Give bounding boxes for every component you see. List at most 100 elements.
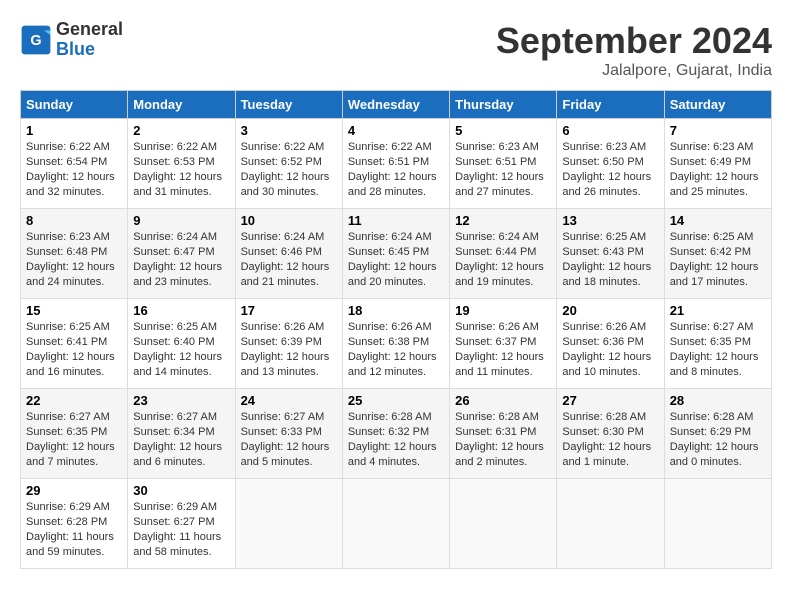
col-wednesday: Wednesday [342,91,449,119]
day-info: Sunrise: 6:22 AMSunset: 6:54 PMDaylight:… [26,141,115,198]
table-cell: 28 Sunrise: 6:28 AMSunset: 6:29 PMDayligh… [664,389,771,479]
day-number: 25 [348,393,444,408]
day-number: 24 [241,393,337,408]
day-info: Sunrise: 6:26 AMSunset: 6:38 PMDaylight:… [348,321,437,378]
table-cell [664,479,771,569]
table-cell [557,479,664,569]
table-cell: 13 Sunrise: 6:25 AMSunset: 6:43 PMDayligh… [557,209,664,299]
day-info: Sunrise: 6:22 AMSunset: 6:52 PMDaylight:… [241,141,330,198]
day-number: 22 [26,393,122,408]
day-number: 8 [26,213,122,228]
svg-text:G: G [30,33,41,49]
day-number: 10 [241,213,337,228]
day-number: 12 [455,213,551,228]
day-number: 19 [455,303,551,318]
day-number: 21 [670,303,766,318]
table-cell: 29 Sunrise: 6:29 AMSunset: 6:28 PMDayligh… [21,479,128,569]
table-cell: 16 Sunrise: 6:25 AMSunset: 6:40 PMDayligh… [128,299,235,389]
day-info: Sunrise: 6:23 AMSunset: 6:50 PMDaylight:… [562,141,651,198]
day-info: Sunrise: 6:29 AMSunset: 6:27 PMDaylight:… [133,501,221,558]
calendar-row: 22 Sunrise: 6:27 AMSunset: 6:35 PMDayligh… [21,389,772,479]
table-cell: 24Sunrise: 6:27 AMSunset: 6:33 PMDayligh… [235,389,342,479]
day-info: Sunrise: 6:23 AMSunset: 6:49 PMDaylight:… [670,141,759,198]
day-info: Sunrise: 6:28 AMSunset: 6:32 PMDaylight:… [348,411,437,468]
day-number: 14 [670,213,766,228]
day-info: Sunrise: 6:23 AMSunset: 6:51 PMDaylight:… [455,141,544,198]
day-info: Sunrise: 6:28 AMSunset: 6:30 PMDaylight:… [562,411,651,468]
table-cell: 25 Sunrise: 6:28 AMSunset: 6:32 PMDayligh… [342,389,449,479]
table-cell: 30 Sunrise: 6:29 AMSunset: 6:27 PMDayligh… [128,479,235,569]
day-number: 3 [241,123,337,138]
col-tuesday: Tuesday [235,91,342,119]
day-info: Sunrise: 6:25 AMSunset: 6:43 PMDaylight:… [562,231,651,288]
day-number: 15 [26,303,122,318]
day-info: Sunrise: 6:27 AMSunset: 6:35 PMDaylight:… [26,411,115,468]
table-cell: 19 Sunrise: 6:26 AMSunset: 6:37 PMDayligh… [450,299,557,389]
table-cell [450,479,557,569]
day-info: Sunrise: 6:25 AMSunset: 6:40 PMDaylight:… [133,321,222,378]
day-number: 16 [133,303,229,318]
day-number: 26 [455,393,551,408]
day-number: 13 [562,213,658,228]
day-info: Sunrise: 6:27 AMSunset: 6:35 PMDaylight:… [670,321,759,378]
day-number: 4 [348,123,444,138]
day-number: 23 [133,393,229,408]
calendar-row: 15 Sunrise: 6:25 AMSunset: 6:41 PMDayligh… [21,299,772,389]
col-thursday: Thursday [450,91,557,119]
location: Jalalpore, Gujarat, India [496,62,772,80]
day-info: Sunrise: 6:24 AMSunset: 6:44 PMDaylight:… [455,231,544,288]
col-friday: Friday [557,91,664,119]
day-info: Sunrise: 6:24 AMSunset: 6:46 PMDaylight:… [241,231,330,288]
day-number: 17 [241,303,337,318]
day-number: 20 [562,303,658,318]
col-sunday: Sunday [21,91,128,119]
day-info: Sunrise: 6:24 AMSunset: 6:47 PMDaylight:… [133,231,222,288]
logo: G General Blue [20,20,123,60]
calendar-row: 1Sunrise: 6:22 AMSunset: 6:54 PMDaylight… [21,119,772,209]
day-number: 2 [133,123,229,138]
day-number: 28 [670,393,766,408]
table-cell: 15 Sunrise: 6:25 AMSunset: 6:41 PMDayligh… [21,299,128,389]
day-info: Sunrise: 6:28 AMSunset: 6:31 PMDaylight:… [455,411,544,468]
day-info: Sunrise: 6:23 AMSunset: 6:48 PMDaylight:… [26,231,115,288]
day-info: Sunrise: 6:29 AMSunset: 6:28 PMDaylight:… [26,501,114,558]
table-cell: 6Sunrise: 6:23 AMSunset: 6:50 PMDaylight… [557,119,664,209]
col-saturday: Saturday [664,91,771,119]
day-info: Sunrise: 6:26 AMSunset: 6:39 PMDaylight:… [241,321,330,378]
day-info: Sunrise: 6:26 AMSunset: 6:36 PMDaylight:… [562,321,651,378]
table-cell: 4 Sunrise: 6:22 AMSunset: 6:51 PMDaylight… [342,119,449,209]
table-cell: 27 Sunrise: 6:28 AMSunset: 6:30 PMDayligh… [557,389,664,479]
table-cell: 1Sunrise: 6:22 AMSunset: 6:54 PMDaylight… [21,119,128,209]
table-cell: 9 Sunrise: 6:24 AMSunset: 6:47 PMDaylight… [128,209,235,299]
table-cell: 14Sunrise: 6:25 AMSunset: 6:42 PMDayligh… [664,209,771,299]
header-row: Sunday Monday Tuesday Wednesday Thursday… [21,91,772,119]
table-cell: 22 Sunrise: 6:27 AMSunset: 6:35 PMDayligh… [21,389,128,479]
month-title: September 2024 [496,20,772,62]
table-cell: 11Sunrise: 6:24 AMSunset: 6:45 PMDayligh… [342,209,449,299]
day-number: 27 [562,393,658,408]
day-number: 29 [26,483,122,498]
table-cell: 10 Sunrise: 6:24 AMSunset: 6:46 PMDayligh… [235,209,342,299]
table-cell [342,479,449,569]
day-info: Sunrise: 6:22 AMSunset: 6:53 PMDaylight:… [133,141,222,198]
table-cell: 20 Sunrise: 6:26 AMSunset: 6:36 PMDayligh… [557,299,664,389]
page-header: G General Blue September 2024 Jalalpore,… [20,20,772,80]
table-cell: 17 Sunrise: 6:26 AMSunset: 6:39 PMDayligh… [235,299,342,389]
day-info: Sunrise: 6:22 AMSunset: 6:51 PMDaylight:… [348,141,437,198]
table-cell: 18Sunrise: 6:26 AMSunset: 6:38 PMDayligh… [342,299,449,389]
day-info: Sunrise: 6:24 AMSunset: 6:45 PMDaylight:… [348,231,437,288]
table-cell: 21 Sunrise: 6:27 AMSunset: 6:35 PMDayligh… [664,299,771,389]
day-number: 5 [455,123,551,138]
day-number: 9 [133,213,229,228]
calendar-table: Sunday Monday Tuesday Wednesday Thursday… [20,90,772,569]
day-info: Sunrise: 6:26 AMSunset: 6:37 PMDaylight:… [455,321,544,378]
logo-text: General Blue [56,20,123,60]
table-cell: 5 Sunrise: 6:23 AMSunset: 6:51 PMDaylight… [450,119,557,209]
day-number: 30 [133,483,229,498]
day-number: 7 [670,123,766,138]
table-cell: 12 Sunrise: 6:24 AMSunset: 6:44 PMDayligh… [450,209,557,299]
day-info: Sunrise: 6:28 AMSunset: 6:29 PMDaylight:… [670,411,759,468]
col-monday: Monday [128,91,235,119]
table-cell [235,479,342,569]
day-info: Sunrise: 6:25 AMSunset: 6:41 PMDaylight:… [26,321,115,378]
